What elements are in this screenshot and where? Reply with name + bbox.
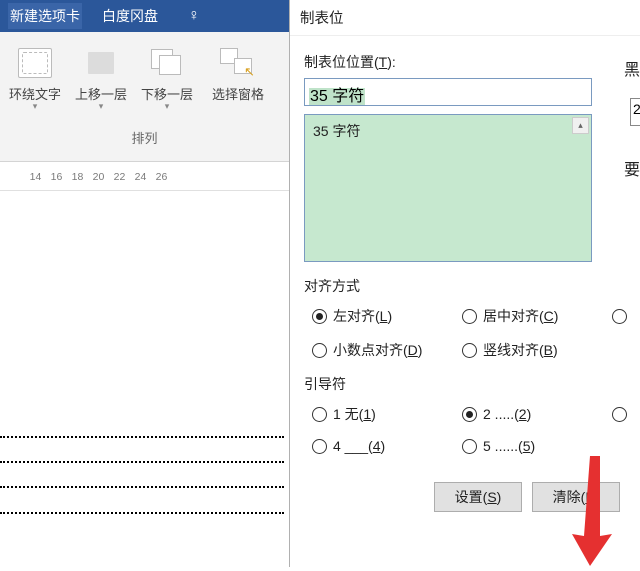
dialog-title: 制表位 [290, 0, 640, 36]
tab-stops-dialog: 制表位 制表位位置(T): 35 字符 35 字符 ▴ 对齐方式 左对齐(L) … [289, 0, 640, 567]
align-decimal-radio[interactable]: 小数点对齐(D) [312, 340, 462, 360]
set-button[interactable]: 设置(S) [434, 482, 522, 512]
leader-dots6-radio[interactable]: 5 ......(5) [462, 438, 612, 454]
chevron-down-icon: ▾ [165, 101, 170, 112]
lightbulb-icon[interactable]: ♀ [188, 7, 200, 25]
tab-leader-line [0, 512, 284, 514]
tab-baidu-disk[interactable]: 白度冈盘 [100, 3, 160, 29]
align-left-radio[interactable]: 左对齐(L) [312, 306, 462, 326]
cropped-label-2: 要 [624, 156, 640, 180]
bring-forward-icon [88, 52, 114, 74]
horizontal-ruler[interactable]: 14 16 18 20 22 24 26 [0, 163, 289, 191]
selection-pane-icon: ↖ [220, 48, 256, 78]
align-right-radio[interactable] [612, 306, 630, 326]
leader-dots-radio[interactable]: 2 .....(2) [462, 404, 612, 424]
chevron-down-icon: ▾ [33, 101, 38, 112]
chevron-down-icon: ▾ [99, 101, 104, 112]
tab-leader-line [0, 436, 284, 438]
ruler-tick: 16 [46, 171, 67, 183]
tab-position-label: 制表位位置(T): [304, 52, 626, 72]
cropped-input[interactable]: 2 [630, 98, 640, 126]
cropped-label: 黑 [624, 56, 640, 80]
send-backward-button[interactable]: 下移一层 ▾ [138, 42, 196, 112]
ribbon-group-label: 排列 [0, 128, 289, 147]
ruler-tick: 20 [88, 171, 109, 183]
ribbon-body: 环绕文字 ▾ 上移一层 ▾ 下移一层 ▾ ↖ 选择窗格 排列 [0, 32, 289, 162]
tab-leader-line [0, 486, 284, 488]
ruler-tick: 18 [67, 171, 88, 183]
ribbon-tab-strip: 新建选项卡 白度冈盘 ♀ [0, 0, 289, 32]
selection-pane-button[interactable]: ↖ 选择窗格 [204, 42, 272, 103]
clear-button[interactable]: 清除(E) [532, 482, 620, 512]
scroll-up-icon[interactable]: ▴ [572, 117, 589, 134]
wrap-text-icon [18, 48, 52, 78]
tab-position-listbox[interactable]: 35 字符 ▴ [304, 114, 592, 262]
selection-pane-label: 选择窗格 [212, 84, 264, 103]
alignment-radio-group: 左对齐(L) 居中对齐(C) 小数点对齐(D) 竖线对齐(B) [304, 306, 626, 360]
tab-new[interactable]: 新建选项卡 [8, 3, 82, 29]
ruler-tick: 26 [151, 171, 172, 183]
align-bar-radio[interactable]: 竖线对齐(B) [462, 340, 612, 360]
bring-forward-button[interactable]: 上移一层 ▾ [72, 42, 130, 112]
leader-3-radio[interactable] [612, 404, 630, 424]
leader-radio-group: 1 无(1) 2 .....(2) 4 ___(4) 5 ......(5) [304, 404, 626, 454]
leader-underscore-radio[interactable]: 4 ___(4) [312, 438, 462, 454]
tab-position-input[interactable]: 35 字符 [304, 78, 592, 106]
alignment-section-label: 对齐方式 [304, 276, 626, 296]
document-area[interactable] [0, 192, 289, 567]
list-item[interactable]: 35 字符 [313, 123, 360, 139]
leader-none-radio[interactable]: 1 无(1) [312, 404, 462, 424]
tab-leader-line [0, 461, 284, 463]
word-ribbon-area: 新建选项卡 白度冈盘 ♀ 环绕文字 ▾ 上移一层 ▾ 下移一层 ▾ ↖ 选择窗格 [0, 0, 289, 567]
send-backward-icon [151, 49, 183, 77]
align-center-radio[interactable]: 居中对齐(C) [462, 306, 612, 326]
ruler-tick: 24 [130, 171, 151, 183]
ruler-tick: 22 [109, 171, 130, 183]
wrap-text-button[interactable]: 环绕文字 ▾ [6, 42, 64, 112]
leader-section-label: 引导符 [304, 374, 626, 394]
ruler-tick: 14 [25, 171, 46, 183]
